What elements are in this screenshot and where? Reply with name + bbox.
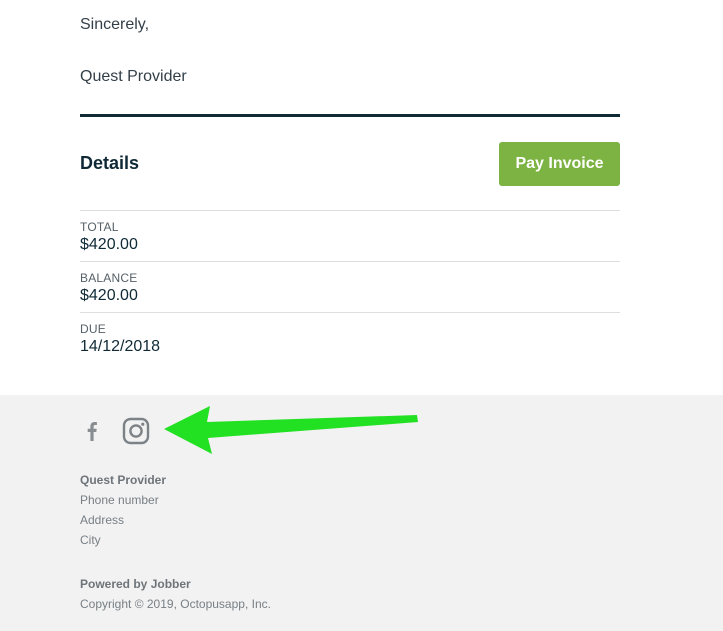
detail-label: DUE [80, 322, 106, 336]
details-list: TOTAL $420.00 BALANCE $420.00 DUE 14/12/… [80, 210, 620, 363]
copyright-text: Copyright © 2019, Octopusapp, Inc. [80, 597, 271, 611]
details-heading: Details [80, 153, 140, 173]
company-address: Address [80, 513, 125, 527]
detail-row-balance: BALANCE $420.00 [80, 261, 620, 312]
social-links [80, 417, 150, 445]
detail-row-due: DUE 14/12/2018 [80, 312, 620, 363]
facebook-icon[interactable] [80, 417, 104, 445]
company-name: Quest Provider [80, 473, 167, 487]
detail-row-total: TOTAL $420.00 [80, 210, 620, 261]
detail-label: BALANCE [80, 271, 138, 285]
instagram-icon[interactable] [122, 417, 150, 445]
letter-closing: Sincerely, [80, 16, 150, 33]
powered-by-block: Powered by Jobber Copyright © 2019, Octo… [80, 574, 271, 614]
company-phone: Phone number [80, 493, 159, 507]
section-divider [80, 114, 620, 117]
detail-value: 14/12/2018 [80, 338, 161, 355]
email-footer: Quest Provider Phone number Address City… [0, 395, 723, 631]
pay-invoice-button[interactable]: Pay Invoice [499, 142, 620, 186]
invoice-email: Sincerely, Quest Provider Details Pay In… [0, 0, 723, 631]
detail-value: $420.00 [80, 236, 138, 253]
letter-body: Sincerely, Quest Provider Details Pay In… [0, 0, 723, 395]
powered-by-text: Powered by Jobber [80, 577, 191, 591]
letter-signature: Quest Provider [80, 68, 187, 85]
detail-label: TOTAL [80, 220, 119, 234]
company-info: Quest Provider Phone number Address City [80, 470, 166, 550]
detail-value: $420.00 [80, 287, 138, 304]
company-city: City [80, 533, 101, 547]
